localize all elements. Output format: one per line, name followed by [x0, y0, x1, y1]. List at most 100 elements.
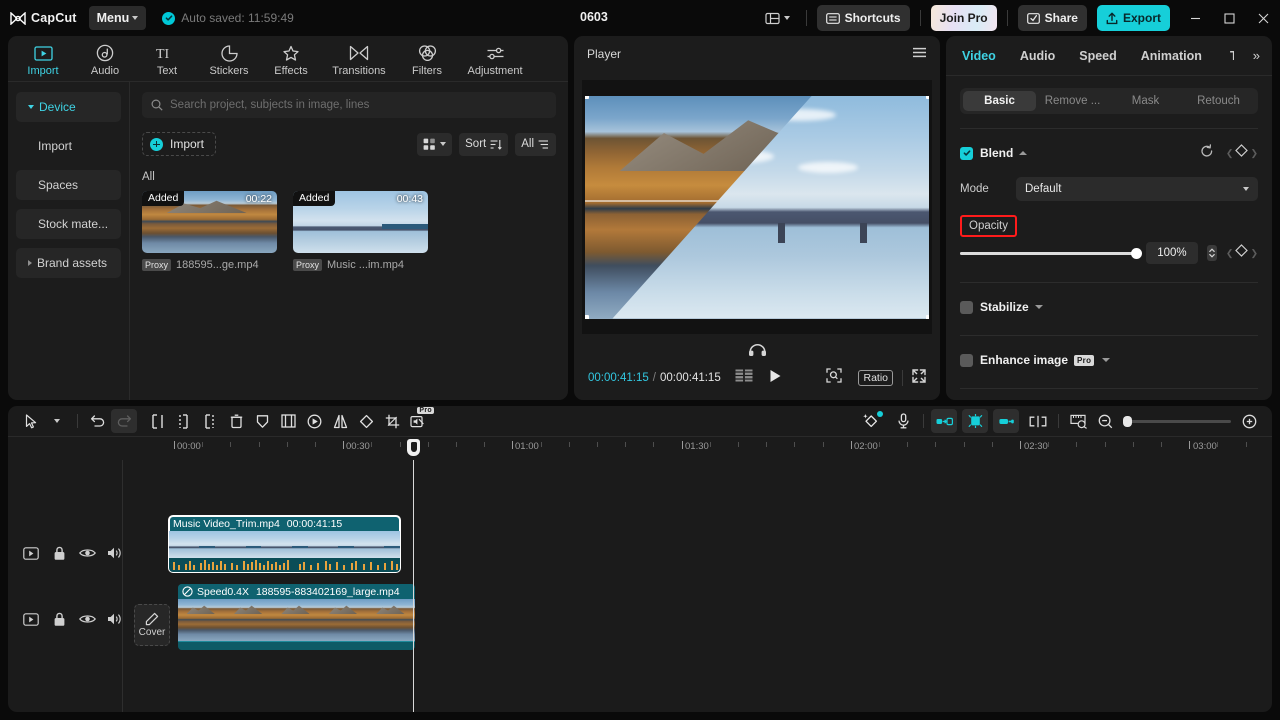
chevron-up-icon[interactable]: [1019, 151, 1028, 155]
segment-remove-bg[interactable]: Remove ...: [1036, 91, 1109, 111]
tab-video[interactable]: Video: [962, 49, 996, 63]
video-canvas[interactable]: [585, 95, 929, 319]
track-preview-icon[interactable]: [22, 610, 40, 628]
timeline-ruler[interactable]: 00:00 00:30 01:00 01:30 02:00 02:30 03:0…: [8, 436, 1272, 460]
track-preview-icon[interactable]: [22, 544, 40, 562]
layout-button[interactable]: [759, 8, 796, 29]
tab-overflow-truncated[interactable]: T: [1230, 49, 1234, 63]
double-chevron-right-icon[interactable]: »: [1253, 48, 1260, 63]
eye-icon[interactable]: [78, 610, 96, 628]
select-tool-dropdown[interactable]: [44, 409, 70, 433]
import-button[interactable]: Import: [142, 132, 217, 156]
tab-audio[interactable]: Audio: [1020, 49, 1055, 63]
auto-cut-button[interactable]: [858, 409, 884, 433]
cover-button[interactable]: Cover: [134, 604, 170, 646]
minimize-button[interactable]: [1178, 0, 1212, 36]
maximize-button[interactable]: [1212, 0, 1246, 36]
zoom-slider-knob[interactable]: [1123, 415, 1132, 427]
headphone-icon[interactable]: [748, 342, 767, 362]
reverse-button[interactable]: [301, 409, 327, 433]
opacity-value[interactable]: 100%: [1145, 242, 1198, 264]
resize-handle-top-right[interactable]: [925, 95, 929, 99]
sidebar-item-device[interactable]: Device: [16, 92, 121, 122]
resize-handle-bottom-right[interactable]: [925, 315, 929, 319]
zoom-out-button[interactable]: [1092, 409, 1118, 433]
tool-tab-stickers[interactable]: Stickers: [198, 41, 260, 77]
volume-icon[interactable]: [106, 544, 124, 562]
blend-mode-select[interactable]: Default: [1016, 177, 1258, 201]
split-button[interactable]: [145, 409, 171, 433]
tool-tab-audio[interactable]: Audio: [74, 41, 136, 77]
blend-checkbox[interactable]: [960, 146, 973, 160]
link-button[interactable]: [993, 409, 1019, 433]
tool-tab-transitions[interactable]: Transitions: [322, 41, 396, 77]
freeze-frame-button[interactable]: [275, 409, 301, 433]
fullscreen-button[interactable]: [912, 368, 926, 388]
opacity-slider-knob[interactable]: [1130, 247, 1142, 259]
tool-tab-text[interactable]: TI Text: [136, 41, 198, 77]
resize-handle-top-left[interactable]: [585, 95, 589, 99]
delete-button[interactable]: [223, 409, 249, 433]
media-thumbnail[interactable]: Added 00:22: [142, 191, 277, 253]
split-track-button[interactable]: [1025, 409, 1051, 433]
tool-tab-filters[interactable]: Filters: [396, 41, 458, 77]
redo-button[interactable]: [111, 409, 137, 433]
sort-button[interactable]: Sort: [459, 132, 509, 156]
crop-button[interactable]: [379, 409, 405, 433]
trim-end-button[interactable]: [197, 409, 223, 433]
zoom-in-button[interactable]: [1236, 409, 1262, 433]
media-item[interactable]: Added 00:43 Proxy Music ...im.mp4: [293, 191, 428, 271]
sidebar-item-stock-materials[interactable]: Stock mate...: [16, 209, 121, 239]
select-tool-button[interactable]: [18, 409, 44, 433]
ratio-button[interactable]: Ratio: [858, 370, 893, 386]
fit-screen-button[interactable]: [826, 368, 843, 388]
keyframe-icon[interactable]: [1235, 144, 1249, 162]
frames-button[interactable]: [735, 369, 753, 387]
trim-start-button[interactable]: [171, 409, 197, 433]
zoom-slider[interactable]: [1123, 415, 1231, 427]
view-mode-button[interactable]: [417, 132, 453, 156]
opacity-slider[interactable]: [960, 247, 1142, 259]
mirror-button[interactable]: [327, 409, 353, 433]
export-button[interactable]: Export: [1096, 5, 1170, 31]
tool-tab-effects[interactable]: Effects: [260, 41, 322, 77]
segment-basic[interactable]: Basic: [963, 91, 1036, 111]
chevron-down-icon[interactable]: [1034, 305, 1043, 309]
project-name[interactable]: 0603: [580, 10, 608, 24]
resize-handle-bottom-left[interactable]: [585, 315, 589, 319]
enhance-checkbox[interactable]: [960, 353, 973, 367]
filter-button[interactable]: All: [515, 132, 556, 156]
play-button[interactable]: [769, 369, 782, 388]
marker-button[interactable]: [249, 409, 275, 433]
media-thumbnail[interactable]: Added 00:43: [293, 191, 428, 253]
keyframe-next-button[interactable]: ❯: [1250, 248, 1258, 259]
keyframe-next-button[interactable]: ❯: [1250, 148, 1258, 159]
segment-retouch[interactable]: Retouch: [1182, 91, 1255, 111]
segment-mask[interactable]: Mask: [1109, 91, 1182, 111]
eye-icon[interactable]: [78, 544, 96, 562]
lock-icon[interactable]: [50, 544, 68, 562]
close-button[interactable]: [1246, 0, 1280, 36]
opacity-stepper[interactable]: [1206, 245, 1217, 261]
record-voiceover-button[interactable]: [890, 409, 916, 433]
auto-snap-button[interactable]: [962, 409, 988, 433]
sidebar-item-brand-assets[interactable]: Brand assets: [16, 248, 121, 278]
link-left-button[interactable]: [931, 409, 957, 433]
undo-button[interactable]: [85, 409, 111, 433]
tool-tab-adjustment[interactable]: Adjustment: [458, 41, 532, 77]
chevron-down-icon[interactable]: [1102, 358, 1111, 362]
player-menu-button[interactable]: [912, 45, 927, 63]
search-input[interactable]: Search project, subjects in image, lines: [142, 92, 556, 118]
keyframe-prev-button[interactable]: ❮: [1226, 248, 1234, 259]
keyframe-icon[interactable]: [1235, 244, 1249, 262]
blend-reset-button[interactable]: [1200, 143, 1214, 163]
stabilize-checkbox[interactable]: [960, 300, 973, 314]
tool-tab-import[interactable]: Import: [12, 41, 74, 77]
mute-pro-button[interactable]: Pro: [405, 407, 434, 433]
zoom-to-fit-button[interactable]: [1066, 409, 1092, 433]
join-pro-button[interactable]: Join Pro: [930, 5, 997, 31]
timeline-clip-large-video[interactable]: Speed0.4X 188595-883402169_large.mp4: [178, 584, 415, 650]
timeline-clip-music-video[interactable]: Music Video_Trim.mp4 00:00:41:15: [168, 515, 401, 573]
tab-speed[interactable]: Speed: [1079, 49, 1117, 63]
tab-animation[interactable]: Animation: [1141, 49, 1202, 63]
